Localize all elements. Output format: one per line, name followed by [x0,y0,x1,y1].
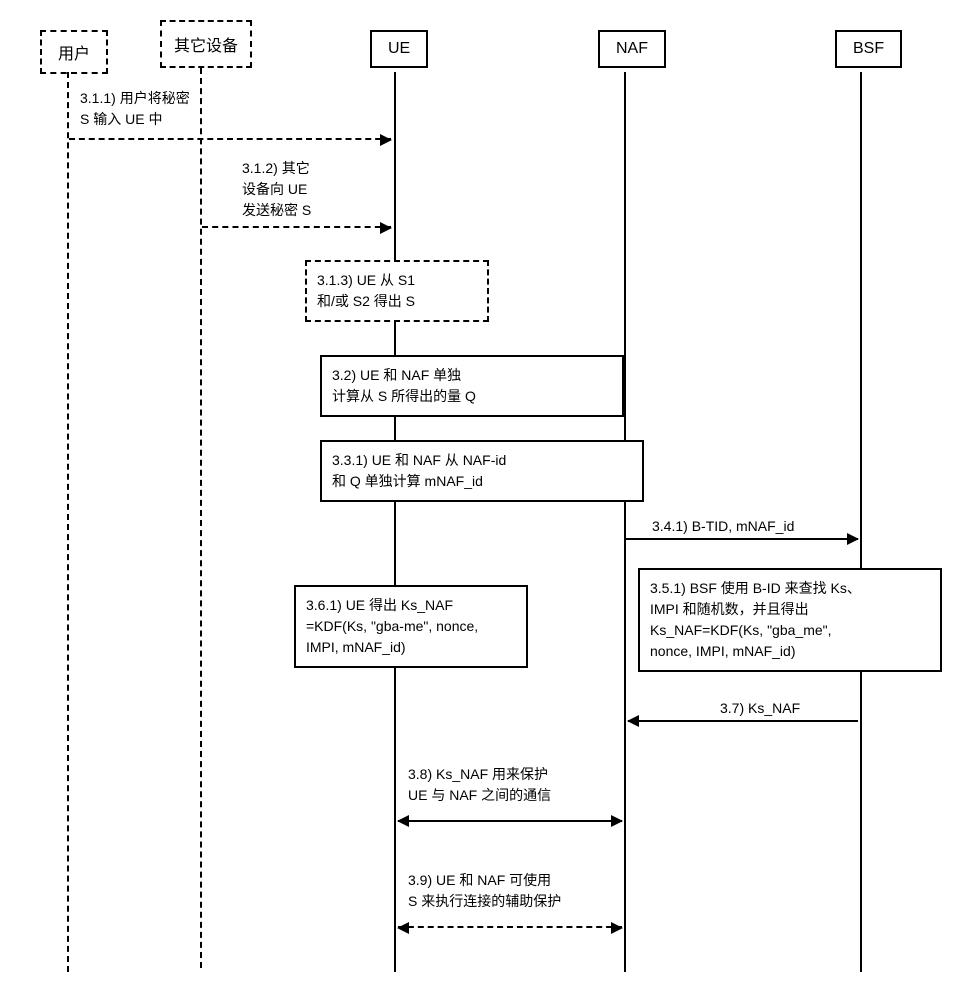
participant-user: 用户 [40,30,108,74]
arrowhead-right-icon [611,815,623,827]
participant-label: 其它设备 [174,38,238,55]
step-313-box: 3.1.3) UE 从 S1 和/或 S2 得出 S [305,260,489,322]
arrowhead-left-icon [397,922,409,934]
participant-bsf: BSF [835,30,902,68]
step-312-label: 3.1.2) 其它 设备向 UE 发送秘密 S [242,158,311,221]
participant-label: 用户 [58,46,90,63]
arrowhead-right-icon [847,533,859,545]
sequence-diagram: 用户 其它设备 UE NAF BSF 3.1.1) 用户将秘密 S 输入 UE … [20,20,940,980]
arrow-312 [202,226,391,228]
arrowhead-left-icon [627,715,639,727]
participant-label: NAF [616,40,648,57]
step-351-box: 3.5.1) BSF 使用 B-ID 来查找 Ks、 IMPI 和随机数，并且得… [638,568,942,672]
arrowhead-left-icon [397,815,409,827]
participant-label: UE [388,40,410,57]
arrow-39 [398,926,622,928]
arrowhead-right-icon [380,134,392,146]
arrow-341 [626,538,858,540]
arrowhead-right-icon [611,922,623,934]
lifeline-ue [394,72,396,972]
step-32-box: 3.2) UE 和 NAF 单独 计算从 S 所得出的量 Q [320,355,624,417]
participant-ue: UE [370,30,428,68]
arrowhead-right-icon [380,222,392,234]
lifeline-naf [624,72,626,972]
lifeline-user [67,72,69,972]
lifeline-bsf [860,72,862,972]
step-39-label: 3.9) UE 和 NAF 可使用 S 来执行连接的辅助保护 [408,870,608,912]
step-37-label: 3.7) Ks_NAF [720,700,800,716]
step-361-box: 3.6.1) UE 得出 Ks_NAF =KDF(Ks, "gba-me", n… [294,585,528,668]
step-38-label: 3.8) Ks_NAF 用来保护 UE 与 NAF 之间的通信 [408,764,598,806]
participant-naf: NAF [598,30,666,68]
step-311-label: 3.1.1) 用户将秘密 S 输入 UE 中 [80,88,190,130]
participant-label: BSF [853,40,884,57]
arrow-311 [69,138,391,140]
arrow-37 [628,720,858,722]
participant-other: 其它设备 [160,20,252,68]
arrow-38 [398,820,622,822]
step-331-box: 3.3.1) UE 和 NAF 从 NAF-id 和 Q 单独计算 mNAF_i… [320,440,644,502]
step-341-label: 3.4.1) B-TID, mNAF_id [652,518,794,534]
lifeline-other [200,68,202,968]
